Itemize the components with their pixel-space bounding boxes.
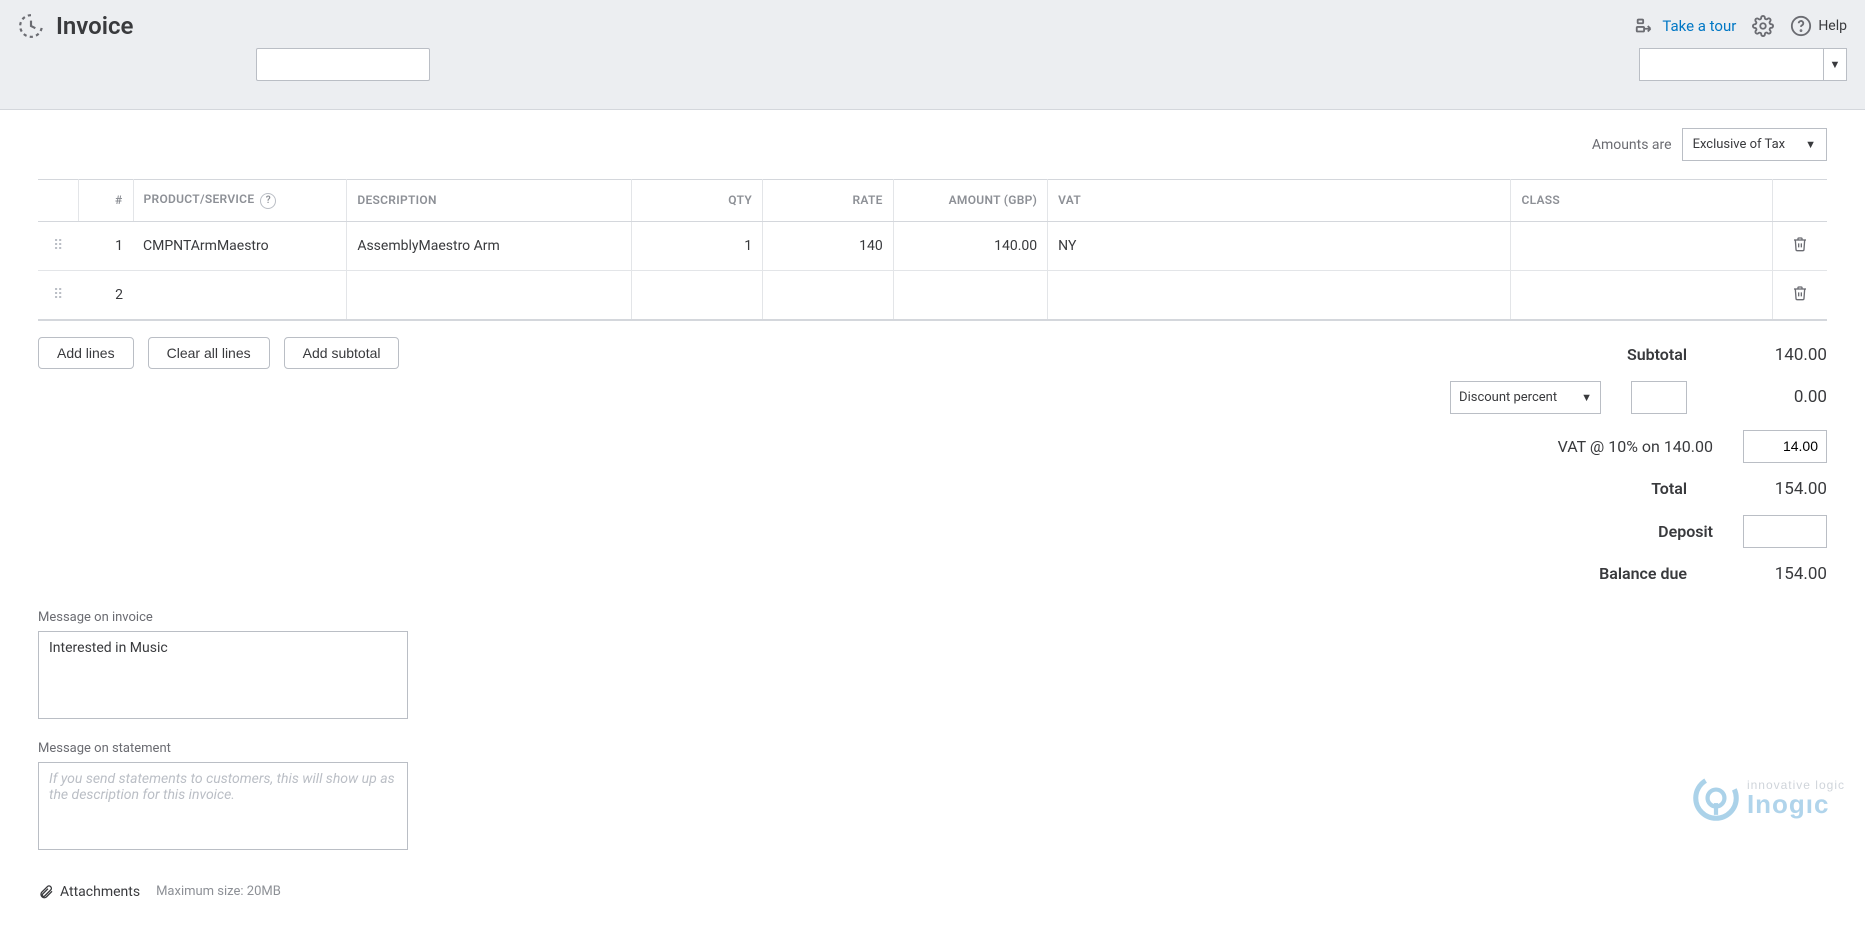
col-rate: RATE — [763, 180, 894, 222]
discount-amount: 0.00 — [1717, 387, 1827, 407]
line-product[interactable]: CMPNTArmMaestro — [133, 221, 347, 270]
help-label: Help — [1818, 18, 1847, 34]
deposit-input[interactable] — [1743, 515, 1827, 548]
deposit-label: Deposit — [1553, 522, 1713, 541]
col-class: CLASS — [1511, 180, 1772, 222]
discount-input[interactable] — [1631, 381, 1687, 414]
amounts-are-label: Amounts are — [1592, 137, 1672, 153]
help-icon — [1790, 15, 1812, 37]
line-amount[interactable] — [893, 270, 1047, 320]
line-num: 1 — [78, 221, 133, 270]
add-subtotal-button[interactable]: Add subtotal — [284, 337, 400, 369]
tax-mode-value: Exclusive of Tax — [1683, 137, 1796, 152]
discount-type-value: Discount percent — [1459, 390, 1557, 405]
page-title: Invoice — [56, 12, 133, 40]
vat-input[interactable] — [1743, 430, 1827, 463]
attachments-maxsize: Maximum size: 20MB — [156, 884, 281, 899]
total-label: Total — [1527, 479, 1687, 498]
trash-icon[interactable] — [1792, 240, 1808, 256]
total-value: 154.00 — [1717, 479, 1827, 499]
line-qty[interactable] — [632, 270, 763, 320]
page-header: Invoice Take a tour — [0, 0, 1865, 110]
totals-panel: Subtotal 140.00 Discount percent ▼ 0.00 … — [1397, 337, 1827, 592]
line-items-table: # PRODUCT/SERVICE? DESCRIPTION QTY RATE … — [38, 179, 1827, 321]
attachments-button[interactable]: Attachments — [38, 882, 140, 902]
line-amount[interactable]: 140.00 — [893, 221, 1047, 270]
clear-all-button[interactable]: Clear all lines — [148, 337, 270, 369]
line-rate[interactable]: 140 — [763, 221, 894, 270]
table-row[interactable]: ⠿2 — [38, 270, 1827, 320]
line-vat[interactable]: NY — [1048, 221, 1511, 270]
col-description: DESCRIPTION — [347, 180, 632, 222]
header-dropdown[interactable]: ▼ — [1639, 48, 1847, 81]
line-product[interactable] — [133, 270, 347, 320]
chevron-down-icon: ▼ — [1795, 138, 1826, 151]
help-icon[interactable]: ? — [260, 193, 276, 209]
pending-icon — [18, 13, 44, 39]
balance-label: Balance due — [1527, 564, 1687, 583]
discount-type-select[interactable]: Discount percent ▼ — [1450, 381, 1601, 414]
drag-handle-icon[interactable]: ⠿ — [53, 287, 63, 303]
col-product: PRODUCT/SERVICE? — [133, 180, 347, 222]
col-qty: QTY — [632, 180, 763, 222]
tax-mode-select[interactable]: Exclusive of Tax ▼ — [1682, 128, 1827, 161]
chevron-down-icon[interactable]: ▼ — [1823, 48, 1847, 81]
attachments-label: Attachments — [60, 884, 140, 900]
message-statement-label: Message on statement — [38, 741, 408, 756]
message-invoice-input[interactable] — [38, 631, 408, 719]
line-rate[interactable] — [763, 270, 894, 320]
line-num: 2 — [78, 270, 133, 320]
gear-icon[interactable] — [1752, 15, 1774, 37]
message-statement-input[interactable] — [38, 762, 408, 850]
subtotal-label: Subtotal — [1527, 345, 1687, 364]
line-vat[interactable] — [1048, 270, 1511, 320]
paperclip-icon — [38, 882, 54, 902]
line-description[interactable] — [347, 270, 632, 320]
subtotal-value: 140.00 — [1717, 345, 1827, 365]
tour-icon — [1634, 15, 1656, 37]
message-invoice-label: Message on invoice — [38, 610, 408, 625]
line-description[interactable]: AssemblyMaestro Arm — [347, 221, 632, 270]
table-row[interactable]: ⠿1CMPNTArmMaestroAssemblyMaestro Arm1140… — [38, 221, 1827, 270]
col-amount: AMOUNT (GBP) — [893, 180, 1047, 222]
col-number: # — [78, 180, 133, 222]
tour-label: Take a tour — [1662, 17, 1736, 35]
line-qty[interactable]: 1 — [632, 221, 763, 270]
col-vat: VAT — [1048, 180, 1511, 222]
help-button[interactable]: Help — [1790, 15, 1847, 37]
take-tour-link[interactable]: Take a tour — [1634, 15, 1736, 37]
line-class[interactable] — [1511, 221, 1772, 270]
trash-icon[interactable] — [1792, 289, 1808, 305]
chevron-down-icon: ▼ — [1581, 391, 1592, 404]
add-lines-button[interactable]: Add lines — [38, 337, 134, 369]
header-field-1[interactable] — [256, 48, 430, 81]
header-dropdown-input[interactable] — [1639, 48, 1823, 81]
drag-handle-icon[interactable]: ⠿ — [53, 238, 63, 254]
balance-value: 154.00 — [1717, 564, 1827, 584]
vat-label: VAT @ 10% on 140.00 — [1453, 437, 1713, 456]
line-class[interactable] — [1511, 270, 1772, 320]
